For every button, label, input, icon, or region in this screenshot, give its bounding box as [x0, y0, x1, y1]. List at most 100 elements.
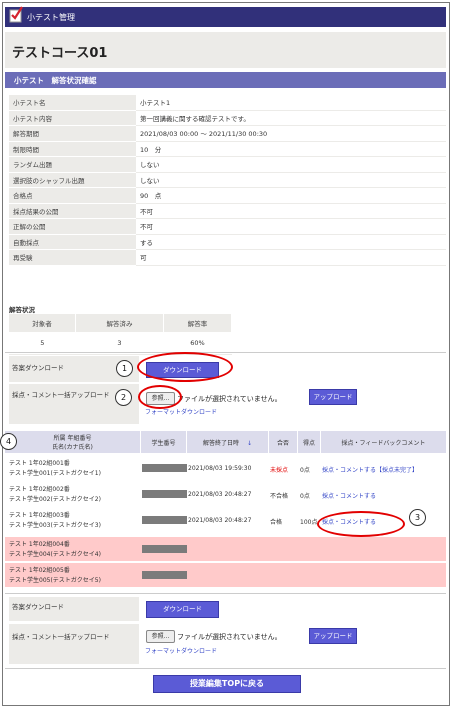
- student-id-redacted: [142, 516, 187, 524]
- student-fullname: テスト学生005(テストガクセイ5): [9, 577, 101, 584]
- course-banner: テストコース01: [5, 32, 446, 68]
- info-value: 可: [136, 249, 446, 266]
- student-name: テスト 1年02組003番テスト学生003(テストガクセイ3): [9, 511, 101, 531]
- no-file-text: ファイルが選択されていません。: [177, 395, 282, 403]
- annotation-4: 4: [0, 433, 17, 450]
- student-id-redacted: [142, 571, 187, 579]
- col-score-header[interactable]: 得点: [298, 431, 321, 453]
- result-status: 不合格: [270, 493, 289, 500]
- info-label: 再受験: [9, 249, 136, 266]
- info-value: しない: [136, 156, 446, 173]
- info-row: 解答期間 2021/08/03 00:00 ～ 2021/11/30 00:30: [9, 125, 446, 142]
- highlight-ellipse-1: [137, 352, 233, 382]
- quiz-info-table: 小テスト名 小テスト1 小テスト内容 第一回講義に関する確認テストです。 解答期間 202…: [9, 95, 446, 266]
- info-label: 選択肢のシャッフル出題: [9, 172, 136, 188]
- download-label: 答案ダウンロード: [12, 364, 64, 372]
- header-bar: 小テスト管理: [5, 6, 446, 27]
- highlight-ellipse-2: [138, 385, 182, 409]
- info-label: 小テスト内容: [9, 110, 136, 126]
- annotation-3: 3: [409, 509, 426, 526]
- col-date-header[interactable]: 解答終了日時 ↓: [187, 431, 269, 453]
- info-label: 採点結果の公開: [9, 203, 136, 219]
- checklist-icon: [9, 6, 23, 23]
- info-value: する: [136, 234, 446, 250]
- info-row: 再受験可: [9, 249, 446, 266]
- info-label: 小テスト名: [9, 95, 136, 111]
- table-row: テスト 1年02組005番テスト学生005(テストガクセイ5): [5, 563, 446, 587]
- download-label-cell-lower: 答案ダウンロード: [9, 597, 139, 621]
- info-value: 不可: [136, 218, 446, 235]
- student-name: テスト 1年02組005番テスト学生005(テストガクセイ5): [9, 566, 101, 586]
- info-row: 選択肢のシャッフル出題 しない: [9, 172, 446, 188]
- info-row: 採点結果の公開 不可: [9, 203, 446, 219]
- divider-lower: [5, 593, 446, 594]
- info-value: 90 点: [136, 187, 446, 204]
- col-date-label: 解答終了日時: [203, 440, 240, 447]
- bulk-upload-label-cell-lower: 採点・コメント一括アップロード: [9, 624, 139, 664]
- annotation-1: 1: [116, 360, 133, 377]
- end-datetime: 2021/08/03 19:59:30: [188, 465, 252, 472]
- back-to-top-button[interactable]: 授業編集TOPに戻る: [153, 675, 301, 693]
- download-label-lower: 答案ダウンロード: [12, 603, 64, 611]
- stats-header-answered: 解答済み: [75, 314, 164, 332]
- sort-down-icon[interactable]: ↓: [247, 440, 252, 447]
- student-class: テスト 1年02組003番: [9, 512, 70, 519]
- table-row: テスト 1年02組004番 テスト学生004(テストガクセイ4): [5, 537, 446, 561]
- info-value: 2021/08/03 00:00 ～ 2021/11/30 00:30: [136, 125, 446, 142]
- student-fullname: テスト学生003(テストガクセイ3): [9, 522, 101, 529]
- app-title: 小テスト管理: [27, 13, 75, 22]
- section-header: 小テスト 解答状況確認: [5, 72, 446, 88]
- no-file-text-lower: ファイルが選択されていません。: [177, 633, 282, 641]
- end-datetime: 2021/08/03 20:48:27: [188, 517, 252, 524]
- feedback-link[interactable]: 採点・コメントする【採点未完了】: [322, 465, 418, 474]
- score-value: 0点: [300, 493, 310, 500]
- info-row: 小テスト内容 第一回講義に関する確認テストです。: [9, 110, 446, 126]
- stats-title: 解答状況: [9, 306, 35, 314]
- student-name: テスト 1年02組002番 テスト学生002(テストガクセイ2): [9, 485, 101, 505]
- student-id-redacted: [142, 490, 187, 498]
- student-id-redacted: [142, 464, 187, 472]
- stats-table: 対象者 解答済み 解答率 5 3 60%: [9, 314, 233, 355]
- upload-button[interactable]: アップロード: [309, 389, 357, 405]
- score-value: 100点: [300, 519, 318, 526]
- highlight-ellipse-3: [317, 511, 405, 537]
- info-label: 合格点: [9, 187, 136, 204]
- table-row: テスト 1年02組001番テスト学生001(テストガクセイ1) 2021/08/0…: [5, 456, 446, 480]
- browse-button-lower[interactable]: 参照...: [146, 630, 175, 643]
- info-value: 小テスト1: [136, 95, 446, 111]
- info-label: 解答期間: [9, 125, 136, 142]
- col-feedback-header[interactable]: 採点・フィードバックコメント: [321, 431, 446, 453]
- info-label: 制限時間: [9, 141, 136, 157]
- student-class: テスト 1年02組005番: [9, 567, 70, 574]
- feedback-link[interactable]: 採点・コメントする: [322, 491, 376, 500]
- student-class: テスト 1年02組001番: [9, 460, 70, 467]
- student-class: テスト 1年02組002番: [9, 486, 70, 493]
- course-name: テストコース01: [12, 46, 108, 61]
- info-row: ランダム出題 しない: [9, 156, 446, 173]
- bulk-upload-label: 採点・コメント一括アップロード: [12, 391, 110, 399]
- col-result-header[interactable]: 合否: [269, 431, 298, 453]
- student-fullname: テスト学生001(テストガクセイ1): [9, 470, 101, 477]
- result-status: 未採点: [270, 467, 289, 474]
- info-label: 正解の公開: [9, 218, 136, 235]
- format-download-link-lower[interactable]: フォーマットダウンロード: [145, 646, 217, 655]
- download-button-lower[interactable]: ダウンロード: [146, 601, 219, 618]
- end-datetime: 2021/08/03 20:48:27: [188, 491, 252, 498]
- info-value: しない: [136, 172, 446, 188]
- info-row: 制限時間 10 分: [9, 141, 446, 157]
- bulk-upload-label-lower: 採点・コメント一括アップロード: [12, 633, 110, 641]
- upload-button-lower[interactable]: アップロード: [309, 628, 357, 644]
- student-name: テスト 1年02組001番テスト学生001(テストガクセイ1): [9, 459, 101, 479]
- info-row: 自動採点 する: [9, 234, 446, 250]
- info-row: 合格点 90 点: [9, 187, 446, 204]
- table-header: 所属 年組番号 氏名(カナ氏名) 学生番号 解答終了日時 ↓ 合否 得点 採点・…: [5, 431, 446, 453]
- col-id-header[interactable]: 学生番号: [141, 431, 187, 453]
- student-name: テスト 1年02組004番 テスト学生004(テストガクセイ4): [9, 540, 101, 560]
- stats-header-rate: 解答率: [163, 314, 233, 332]
- col-name-header[interactable]: 所属 年組番号 氏名(カナ氏名): [5, 431, 141, 453]
- result-status: 合格: [270, 519, 283, 526]
- stats-header-target: 対象者: [9, 314, 77, 332]
- info-value: 第一回講義に関する確認テストです。: [136, 110, 446, 126]
- info-value: 不可: [136, 203, 446, 219]
- divider: [5, 352, 446, 353]
